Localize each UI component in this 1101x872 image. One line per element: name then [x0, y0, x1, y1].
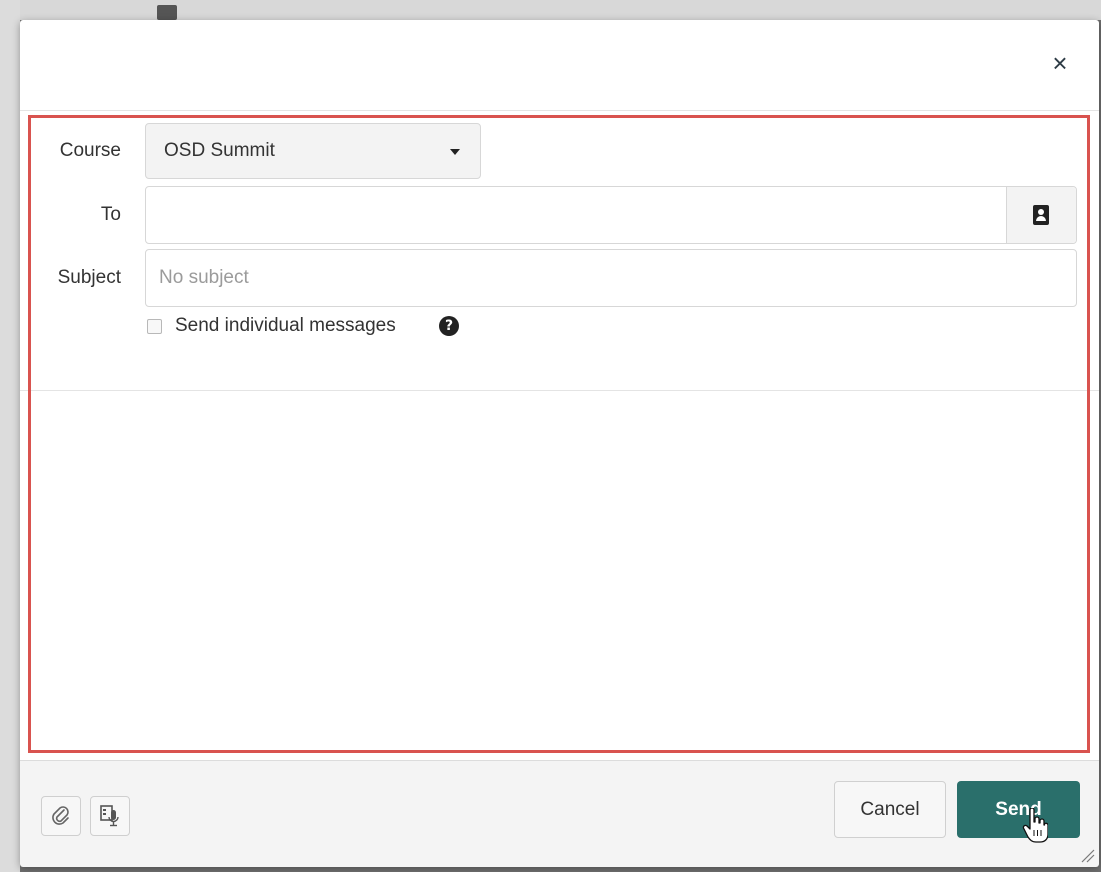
close-button[interactable]: × [1047, 50, 1073, 76]
cancel-button[interactable]: Cancel [834, 781, 946, 838]
media-record-icon [100, 805, 119, 827]
background-badge [157, 5, 177, 20]
record-media-button[interactable] [90, 796, 130, 836]
hand-pointer-cursor-icon [1022, 808, 1048, 843]
compose-message-dialog: × Course OSD Summit To Subject Send indi… [20, 20, 1099, 867]
highlight-annotation [28, 115, 1090, 753]
send-button[interactable]: Send [957, 781, 1080, 838]
paperclip-icon [52, 806, 69, 825]
resize-grip-icon[interactable] [1079, 847, 1095, 863]
attach-file-button[interactable] [41, 796, 81, 836]
dialog-header: × [20, 20, 1099, 111]
dialog-footer: Cancel Send [20, 760, 1099, 867]
background-app-left [0, 0, 20, 872]
